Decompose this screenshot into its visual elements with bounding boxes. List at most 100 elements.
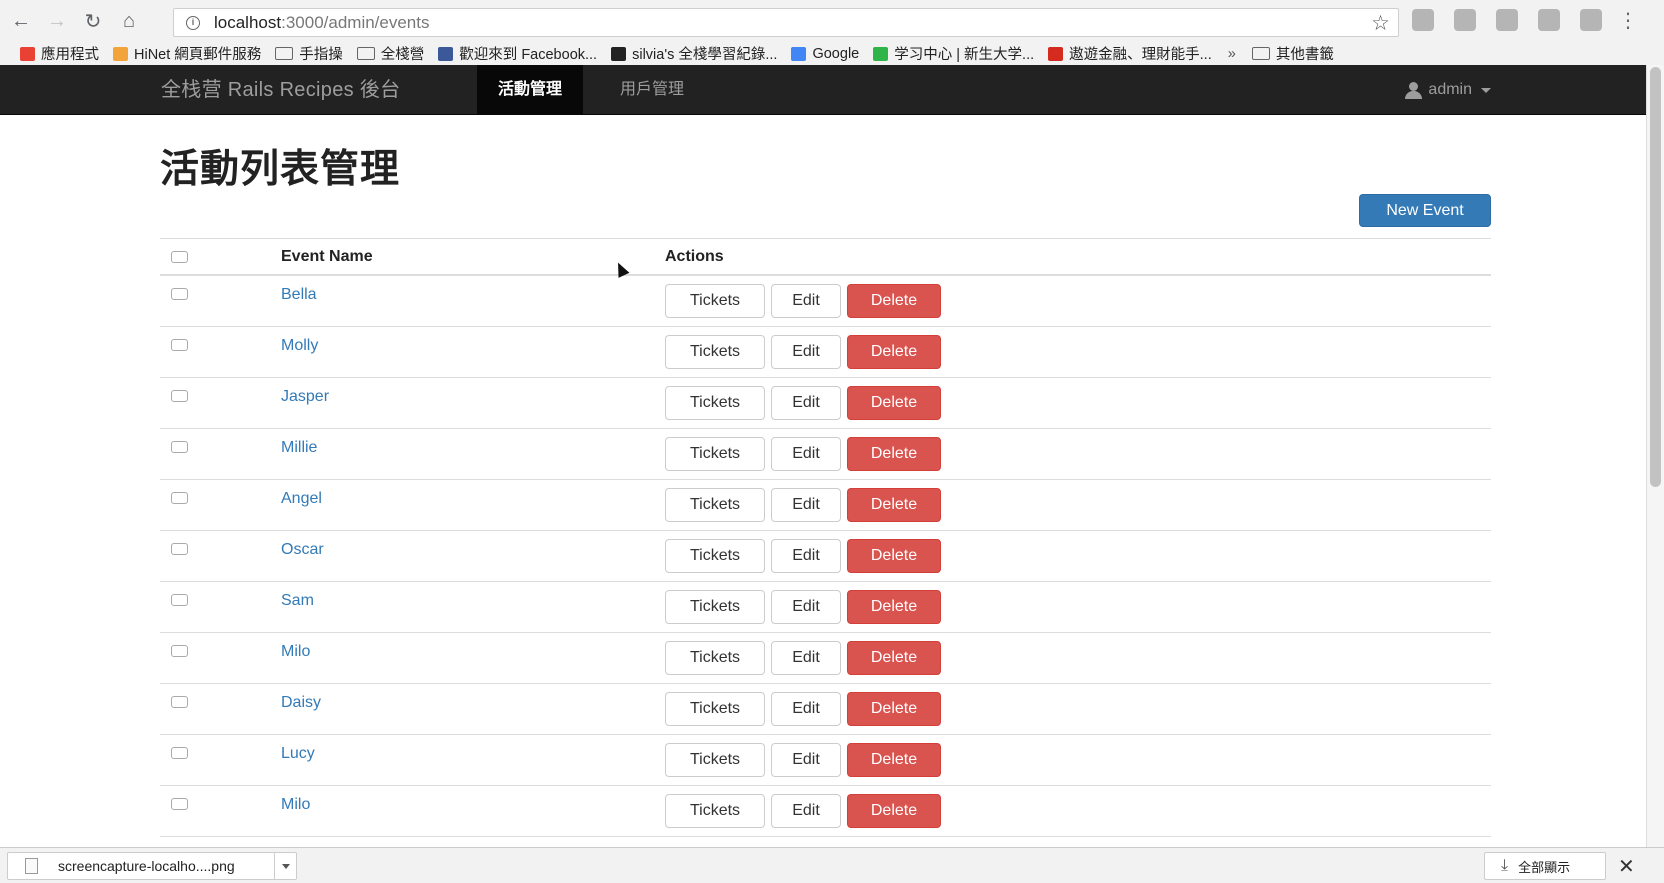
tickets-button[interactable]: Tickets (665, 743, 765, 777)
page-scrollbar[interactable] (1646, 65, 1664, 847)
close-icon[interactable]: ✕ (1618, 854, 1635, 879)
tickets-button[interactable]: Tickets (665, 284, 765, 318)
event-name-link[interactable]: Oscar (281, 541, 324, 559)
edit-button[interactable]: Edit (771, 386, 841, 420)
event-name-link[interactable]: Molly (281, 337, 318, 355)
event-name-link[interactable]: Milo (281, 643, 310, 661)
event-name-link[interactable]: Sam (281, 592, 314, 610)
row-checkbox[interactable] (171, 696, 188, 708)
delete-button[interactable]: Delete (847, 692, 941, 726)
url-text[interactable]: localhost:3000/admin/events (214, 13, 430, 33)
event-name-link[interactable]: Jasper (281, 388, 329, 406)
bookmark-item[interactable]: 應用程式 (20, 43, 99, 64)
row-checkbox[interactable] (171, 594, 188, 606)
address-bar[interactable]: i localhost:3000/admin/events ☆ (173, 8, 1399, 37)
edit-button[interactable]: Edit (771, 743, 841, 777)
row-checkbox[interactable] (171, 288, 188, 300)
extension-icon[interactable] (1412, 9, 1434, 31)
reload-icon[interactable]: ↻ (78, 6, 108, 36)
new-event-button[interactable]: New Event (1359, 194, 1491, 227)
tickets-button[interactable]: Tickets (665, 590, 765, 624)
bookmarks-overflow-button[interactable]: » (1228, 46, 1236, 62)
bookmark-star-icon[interactable]: ☆ (1371, 11, 1390, 36)
delete-button[interactable]: Delete (847, 590, 941, 624)
delete-button[interactable]: Delete (847, 539, 941, 573)
bookmark-item[interactable]: 手指操 (275, 43, 343, 64)
delete-button[interactable]: Delete (847, 335, 941, 369)
bookmark-item[interactable]: 歡迎來到 Facebook... (438, 43, 597, 64)
delete-button[interactable]: Delete (847, 743, 941, 777)
delete-button[interactable]: Delete (847, 284, 941, 318)
event-name-link[interactable]: Bella (281, 286, 317, 304)
delete-button[interactable]: Delete (847, 386, 941, 420)
bookmark-item[interactable]: HiNet 網頁郵件服務 (113, 43, 261, 64)
event-name-link[interactable]: Millie (281, 439, 317, 457)
event-name-link[interactable]: Angel (281, 490, 322, 508)
download-item[interactable]: screencapture-localho....png (7, 852, 297, 880)
tickets-button[interactable]: Tickets (665, 437, 765, 471)
edit-button[interactable]: Edit (771, 488, 841, 522)
delete-button[interactable]: Delete (847, 794, 941, 828)
row-checkbox[interactable] (171, 390, 188, 402)
edit-button[interactable]: Edit (771, 335, 841, 369)
extension-icon[interactable] (1580, 9, 1602, 31)
table-row: Oscar Tickets Edit Delete (160, 531, 1491, 582)
edit-button[interactable]: Edit (771, 437, 841, 471)
favicon-icon (873, 46, 889, 61)
bookmark-item[interactable]: silvia's 全棧學習紀錄... (611, 43, 777, 64)
info-icon[interactable]: i (186, 15, 200, 30)
delete-button[interactable]: Delete (847, 488, 941, 522)
tickets-button[interactable]: Tickets (665, 539, 765, 573)
edit-button[interactable]: Edit (771, 590, 841, 624)
row-checkbox[interactable] (171, 339, 188, 351)
extension-icon[interactable] (1538, 9, 1560, 31)
row-checkbox[interactable] (171, 747, 188, 759)
tickets-button[interactable]: Tickets (665, 692, 765, 726)
table-body: Bella Tickets Edit Delete Molly Tickets Edit De… (160, 276, 1491, 837)
select-all-checkbox[interactable] (171, 251, 188, 263)
extension-icon[interactable] (1496, 9, 1518, 31)
user-dropdown[interactable]: admin (1405, 65, 1491, 115)
show-all-button[interactable]: ⤓ 全部顯示 (1484, 852, 1606, 880)
caret-down-icon (1481, 87, 1491, 93)
delete-button[interactable]: Delete (847, 641, 941, 675)
edit-button[interactable]: Edit (771, 692, 841, 726)
tab-users[interactable]: 用戶管理 (599, 65, 705, 115)
tickets-button[interactable]: Tickets (665, 794, 765, 828)
row-checkbox[interactable] (171, 645, 188, 657)
bookmark-item[interactable]: 全棧營 (356, 43, 424, 64)
browser-menu-icon[interactable]: ⋮ (1618, 8, 1638, 33)
event-name-link[interactable]: Daisy (281, 694, 321, 712)
other-bookmarks[interactable]: 其他書籤 (1251, 43, 1334, 64)
edit-button[interactable]: Edit (771, 641, 841, 675)
edit-button[interactable]: Edit (771, 284, 841, 318)
row-checkbox[interactable] (171, 798, 188, 810)
extension-icon[interactable] (1454, 9, 1476, 31)
row-checkbox[interactable] (171, 492, 188, 504)
forward-icon[interactable]: → (42, 6, 72, 36)
favicon-icon (791, 46, 807, 61)
event-name-link[interactable]: Lucy (281, 745, 315, 763)
bookmark-item[interactable]: Google (791, 46, 859, 62)
home-icon[interactable]: ⌂ (114, 6, 144, 36)
download-options-button[interactable] (274, 853, 296, 879)
brand-link[interactable]: 全栈营 Rails Recipes 後台 (161, 65, 400, 115)
edit-button[interactable]: Edit (771, 794, 841, 828)
back-icon[interactable]: ← (6, 6, 36, 36)
row-actions: Tickets Edit Delete (665, 743, 941, 777)
table-row: Bella Tickets Edit Delete (160, 276, 1491, 327)
tickets-button[interactable]: Tickets (665, 488, 765, 522)
edit-button[interactable]: Edit (771, 539, 841, 573)
tickets-button[interactable]: Tickets (665, 641, 765, 675)
tab-events[interactable]: 活動管理 (477, 65, 584, 115)
bookmark-item[interactable]: 遨遊金融、理財能手... (1048, 43, 1212, 64)
tickets-button[interactable]: Tickets (665, 386, 765, 420)
event-name-link[interactable]: Milo (281, 796, 310, 814)
row-checkbox[interactable] (171, 543, 188, 555)
bookmark-item[interactable]: 学习中心 | 新生大学... (873, 43, 1034, 64)
row-checkbox[interactable] (171, 441, 188, 453)
scrollbar-thumb[interactable] (1650, 67, 1661, 487)
tickets-button[interactable]: Tickets (665, 335, 765, 369)
favicon-icon (611, 46, 627, 61)
delete-button[interactable]: Delete (847, 437, 941, 471)
